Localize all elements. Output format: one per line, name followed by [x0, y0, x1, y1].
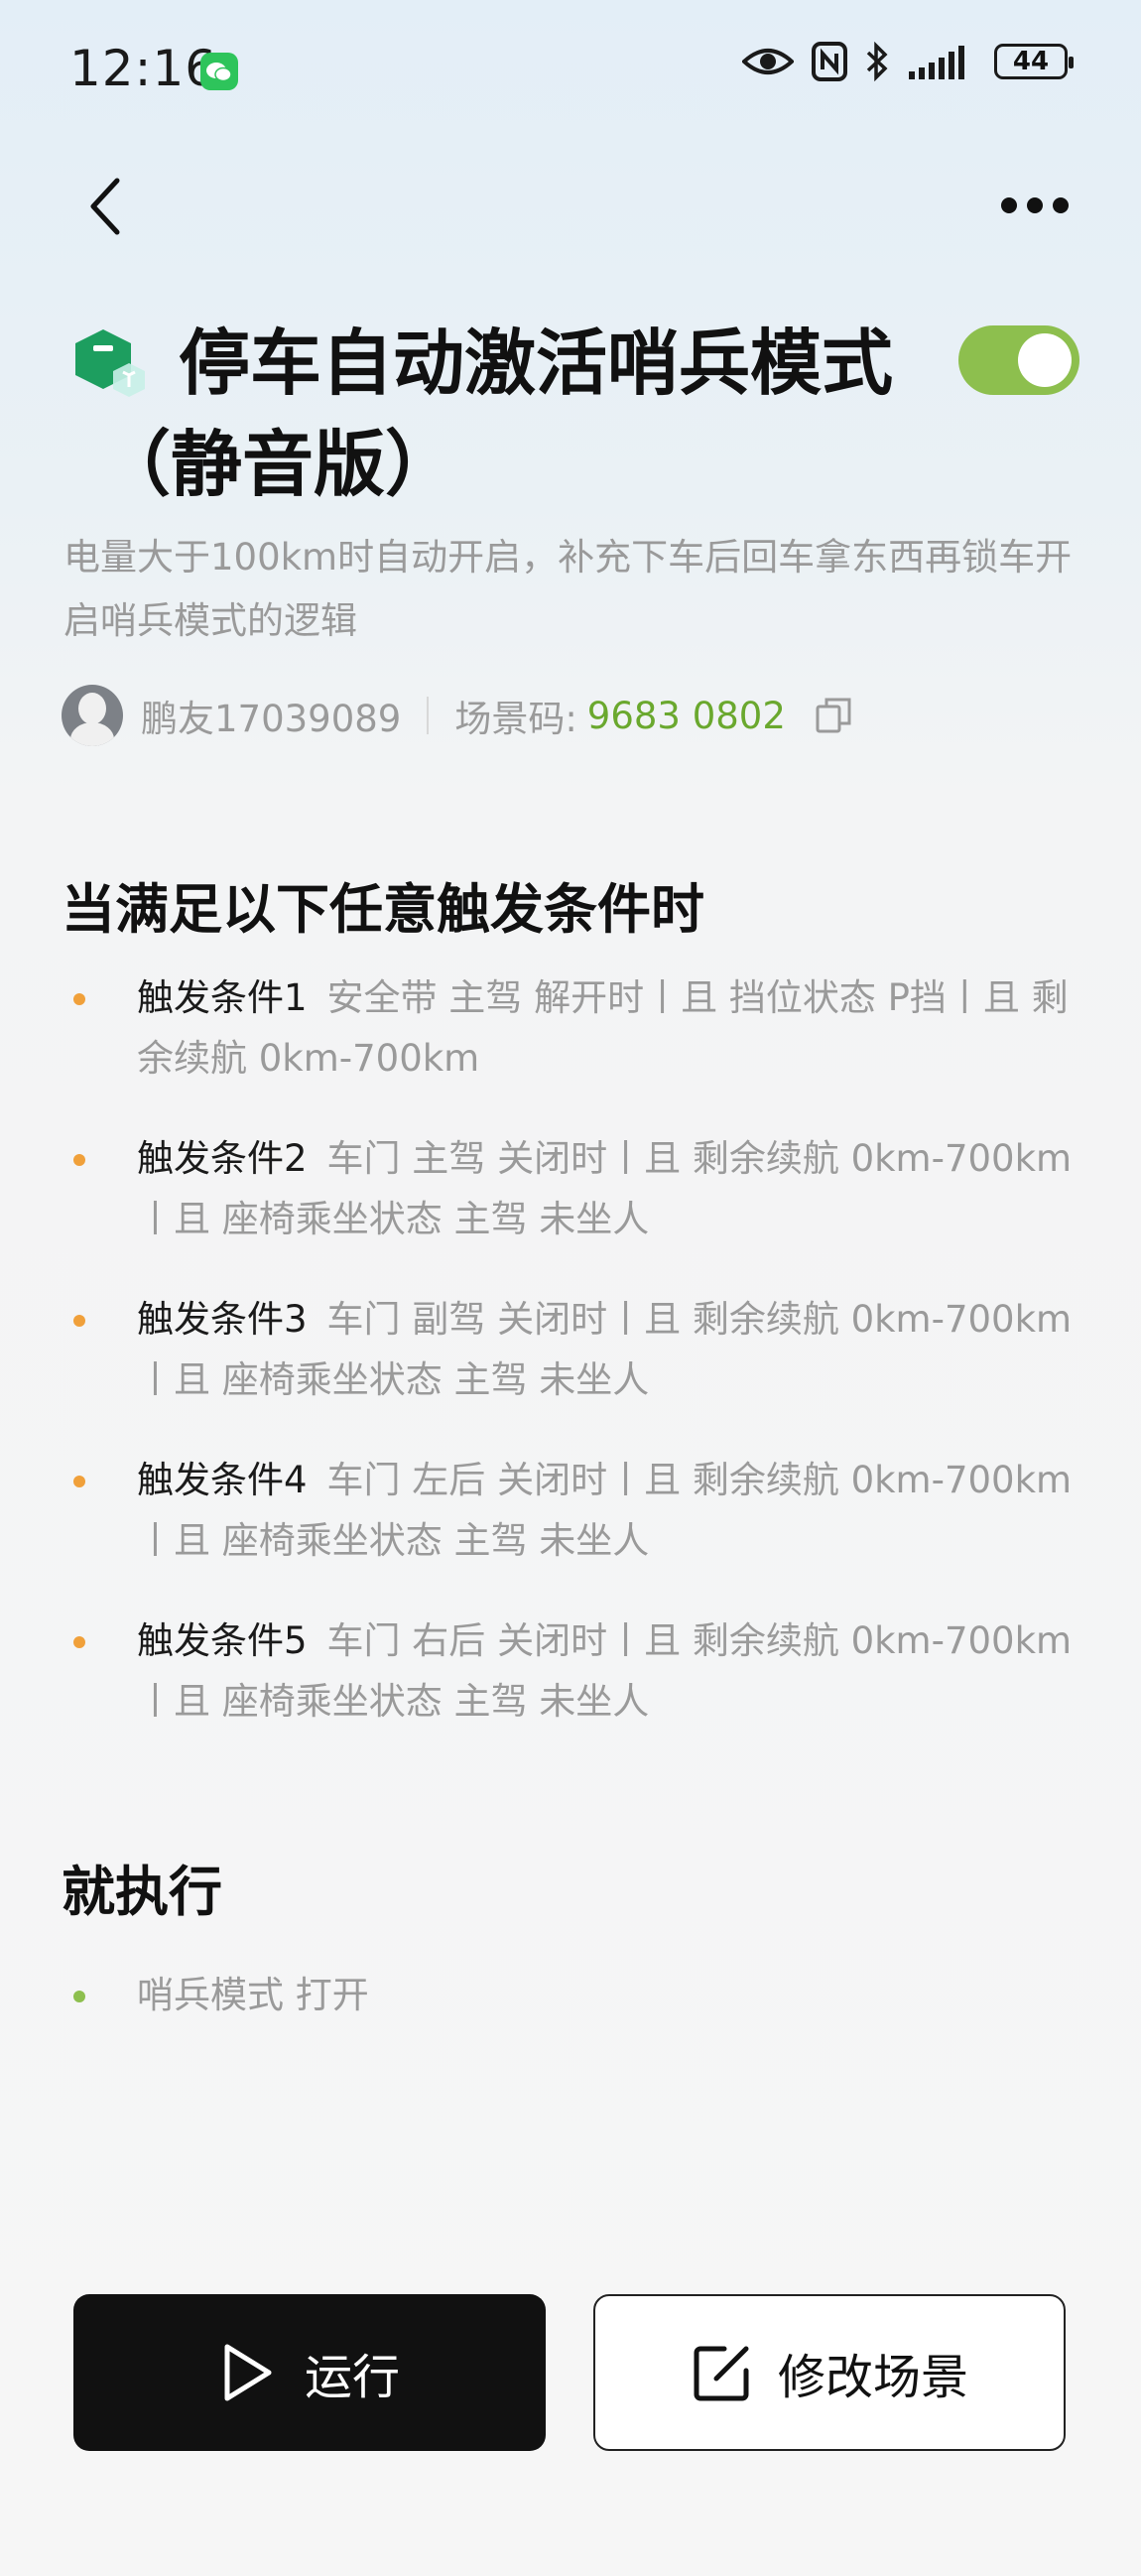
trigger-item: 触发条件4 车门 左后 关闭时丨且 剩余续航 0km-700km丨且 座椅乘坐状态… [62, 1450, 1083, 1571]
trigger-item: 触发条件5 车门 右后 关闭时丨且 剩余续航 0km-700km丨且 座椅乘坐状态… [62, 1610, 1083, 1732]
scene-code-value: 9683 0802 [586, 694, 786, 737]
signal-icon [909, 46, 964, 79]
avatar[interactable] [62, 685, 123, 746]
trigger-label: 触发条件4 [137, 1459, 308, 1501]
scene-title: 停车自动激活哨兵模式（静音版） [99, 322, 894, 506]
trigger-label: 触发条件5 [137, 1619, 308, 1662]
scene-code-label: 场景码: [454, 698, 577, 740]
trigger-label: 触发条件2 [137, 1137, 308, 1180]
scene-enable-toggle[interactable] [958, 325, 1079, 395]
status-bar: 12:16 44 [0, 0, 1141, 139]
eye-icon [742, 49, 794, 74]
run-button-label: 运行 [304, 2350, 400, 2405]
status-icons: 44 [742, 42, 1074, 81]
more-options-button[interactable] [990, 181, 1079, 230]
edit-scene-button[interactable]: 修改场景 [593, 2294, 1066, 2451]
trigger-label: 触发条件3 [137, 1298, 308, 1341]
toggle-knob [1018, 333, 1072, 387]
triggers-heading: 当满足以下任意触发条件时 [62, 878, 704, 941]
trigger-item: 触发条件3 车门 副驾 关闭时丨且 剩余续航 0km-700km丨且 座椅乘坐状态… [62, 1289, 1083, 1410]
more-dot-icon [1027, 197, 1043, 213]
wechat-notification-icon [200, 53, 238, 90]
edit-icon [694, 2346, 749, 2401]
play-icon [224, 2344, 272, 2401]
status-time: 12:16 [69, 40, 218, 97]
edit-button-label: 修改场景 [777, 2350, 968, 2405]
run-button[interactable]: 运行 [73, 2294, 546, 2451]
action-list: 哨兵模式 打开 [62, 1965, 1083, 2025]
back-button[interactable] [79, 171, 139, 242]
action-item: 哨兵模式 打开 [62, 1965, 1083, 2025]
more-dot-icon [1053, 197, 1069, 213]
more-dot-icon [1001, 197, 1017, 213]
chevron-left-icon [90, 178, 120, 235]
nfc-icon [812, 42, 847, 81]
trigger-item: 触发条件2 车门 主驾 关闭时丨且 剩余续航 0km-700km丨且 座椅乘坐状态… [62, 1128, 1083, 1249]
scene-description: 电量大于100km时自动开启，补充下车后回车拿东西再锁车开启哨兵模式的逻辑 [63, 536, 1073, 642]
actions-heading: 就执行 [62, 1861, 222, 1923]
divider [427, 697, 430, 734]
trigger-item: 触发条件1 安全带 主驾 解开时丨且 挡位状态 P挡丨且 剩余续航 0km-700… [62, 967, 1083, 1089]
trigger-label: 触发条件1 [137, 976, 308, 1019]
bluetooth-icon [866, 42, 888, 81]
copy-icon[interactable] [814, 696, 853, 735]
trigger-list: 触发条件1 安全带 主驾 解开时丨且 挡位状态 P挡丨且 剩余续航 0km-700… [62, 967, 1083, 1771]
battery-icon: 44 [994, 44, 1074, 79]
author-row: 鹏友17039089 场景码: 9683 0802 [62, 685, 853, 746]
author-name[interactable]: 鹏友17039089 [141, 689, 401, 742]
